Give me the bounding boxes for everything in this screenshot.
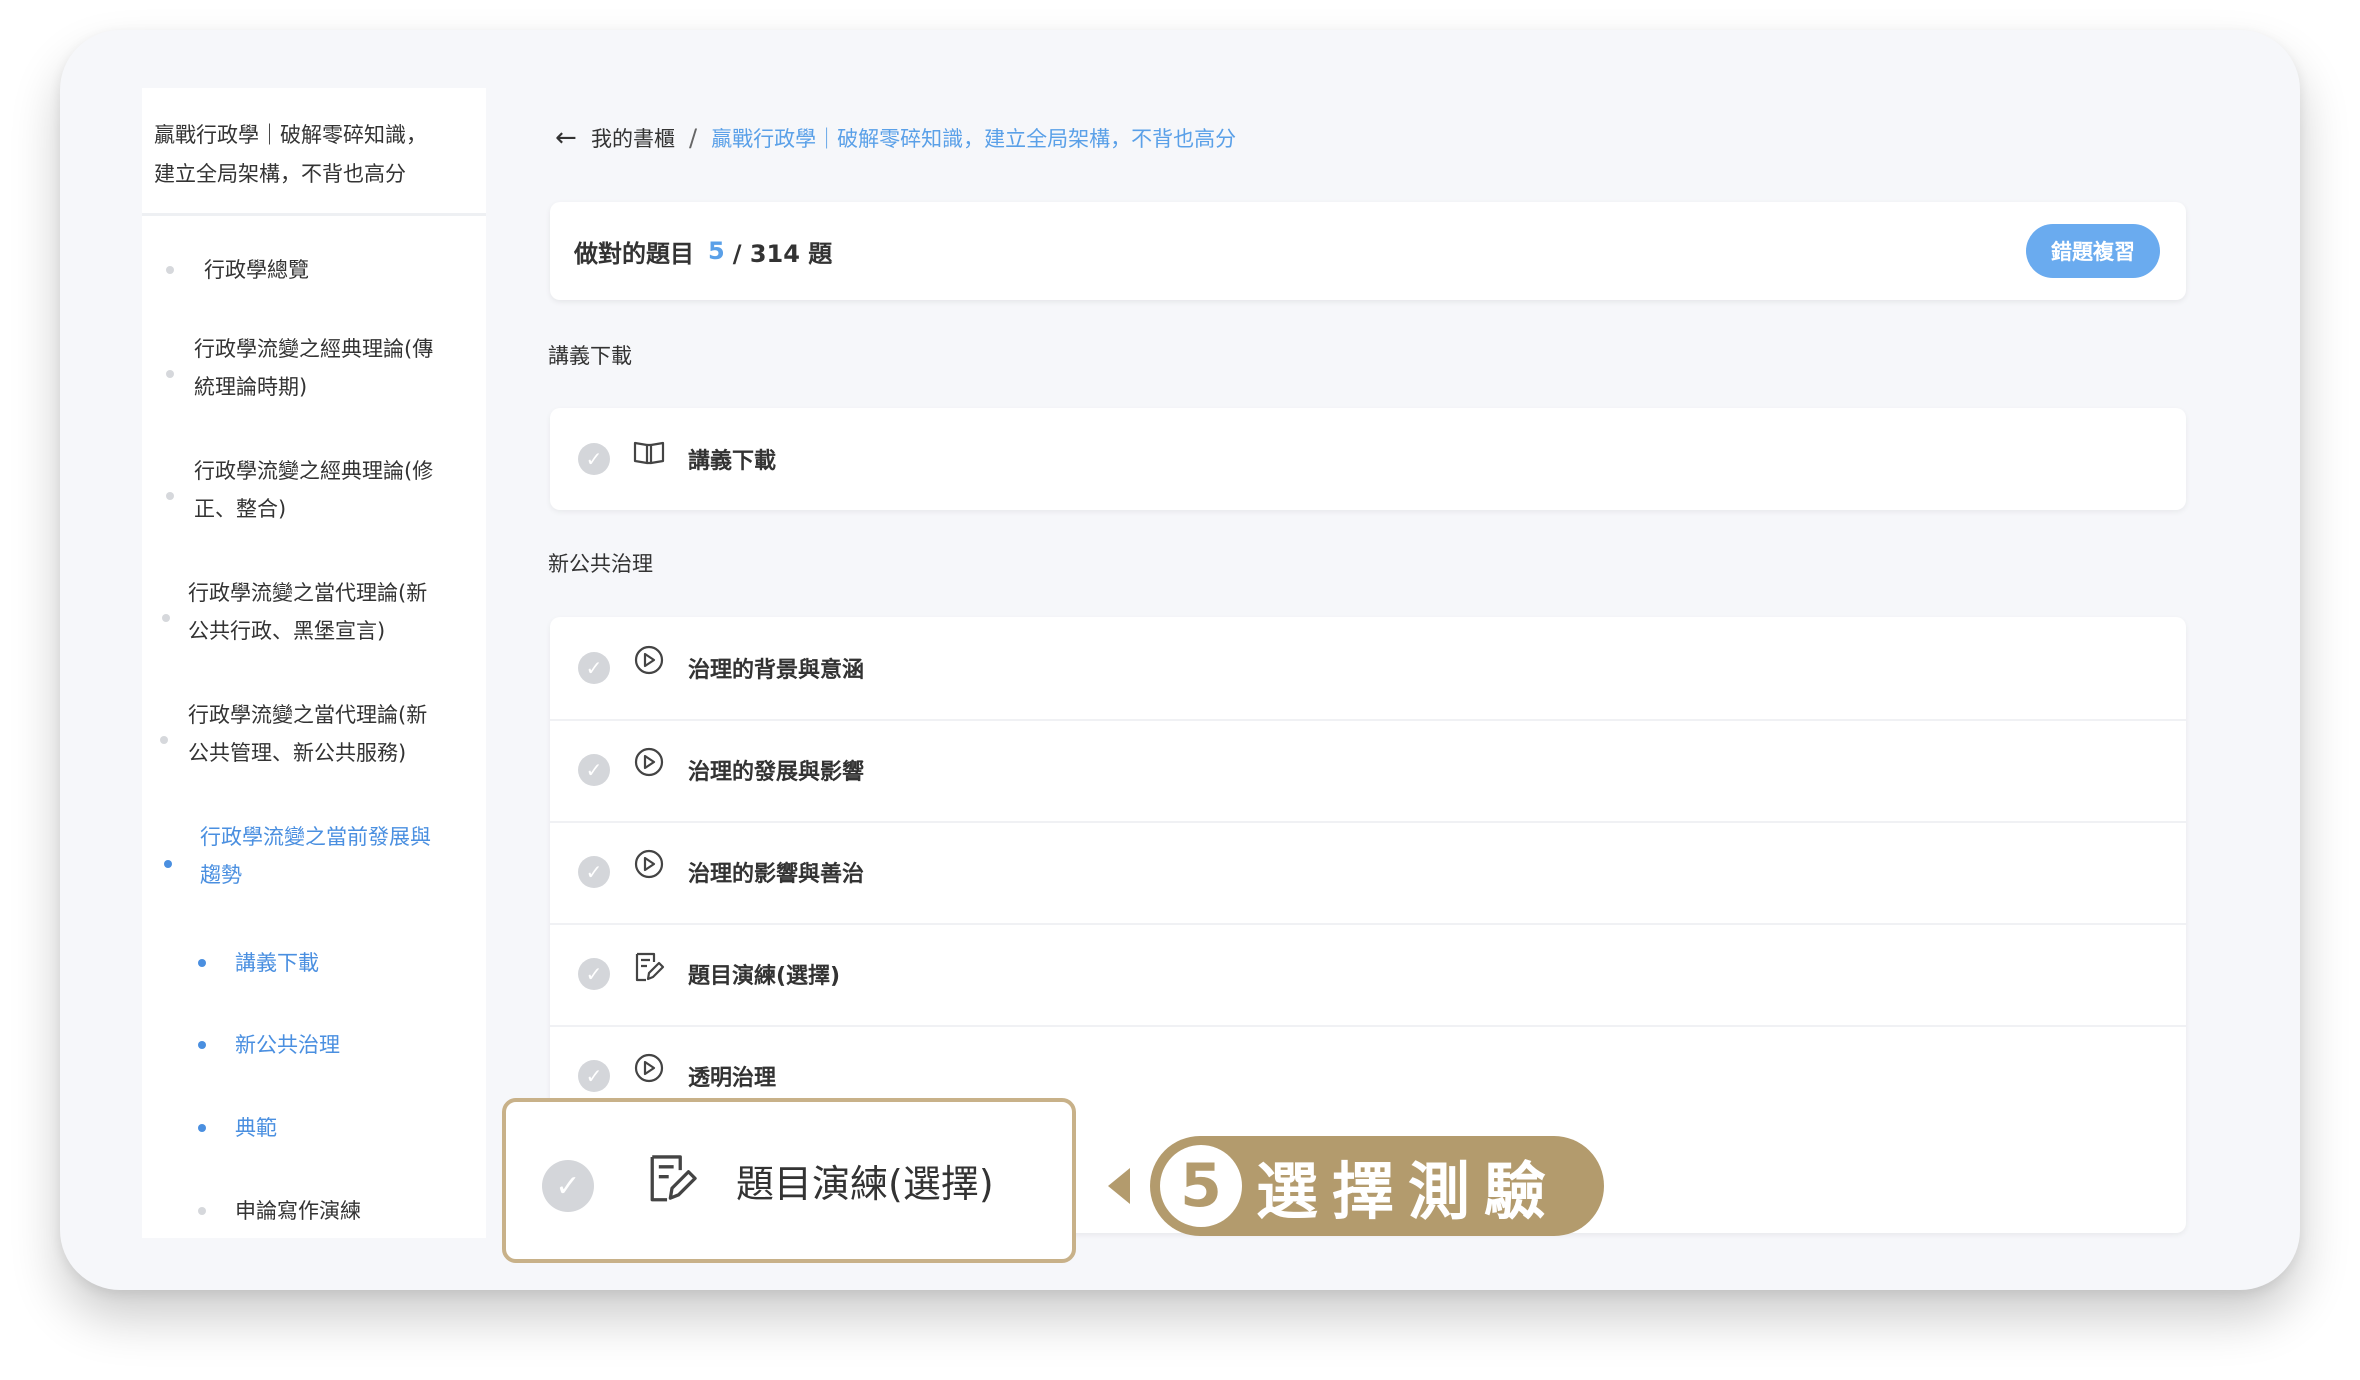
quiz-edit-icon	[650, 1155, 697, 1202]
breadcrumb-current-course[interactable]: 贏戰行政學｜破解零碎知識，建立全局架構，不背也高分	[711, 123, 1236, 153]
step-number: 5	[1160, 1145, 1242, 1227]
bullet-dot	[160, 736, 168, 744]
check-circle-icon: ✓	[578, 856, 610, 888]
highlight-callout: ✓ 題目演練(選擇)	[502, 1098, 1076, 1263]
play-circle-icon	[634, 849, 664, 879]
check-circle-icon: ✓	[578, 652, 610, 684]
sidebar-subitem-new-public-governance[interactable]: 新公共治理	[142, 1010, 486, 1080]
callout-pointer-arrow	[1108, 1168, 1130, 1204]
total-count: / 314 題	[732, 239, 833, 268]
sidebar-chapter-classic-traditional[interactable]: 行政學流變之經典理論(傳 統理論時期)	[142, 320, 486, 430]
back-arrow-icon[interactable]: ←	[555, 123, 591, 153]
sidebar-chapter-current-trends[interactable]: 行政學流變之當前發展與 趨勢	[142, 808, 486, 918]
list-item-governance-development[interactable]: ✓ 治理的發展與影響	[550, 719, 2186, 823]
item-title: 題目演練(選擇)	[688, 964, 841, 989]
correct-count: 5	[708, 237, 725, 265]
bullet-dot	[166, 370, 174, 378]
sidebar-subitem-paradigm[interactable]: 典範	[142, 1093, 486, 1163]
play-circle-icon	[634, 1053, 664, 1083]
sidebar-chapter-contemporary-npa[interactable]: 行政學流變之當代理論(新 公共行政、黑堡宣言)	[142, 564, 486, 674]
review-mistakes-button[interactable]: 錯題複習	[2026, 224, 2160, 278]
score-summary: 做對的題目 5 / 314 題	[574, 202, 832, 300]
check-circle-icon: ✓	[578, 958, 610, 990]
item-title: 治理的影響與善治	[688, 862, 865, 887]
item-title: 治理的背景與意涵	[688, 658, 865, 683]
quiz-edit-icon	[635, 952, 665, 982]
breadcrumb-separator: /	[689, 124, 698, 152]
bullet-dot	[198, 959, 206, 967]
item-title: 治理的發展與影響	[688, 760, 865, 785]
list-item-quiz-choice[interactable]: ✓ 題目演練(選擇)	[550, 923, 2186, 1027]
check-circle-icon: ✓	[578, 443, 610, 475]
breadcrumb: ← 我的書櫃 / 贏戰行政學｜破解零碎知識，建立全局架構，不背也高分	[555, 118, 1236, 158]
course-sidebar: 贏戰行政學｜破解零碎知識， 建立全局架構，不背也高分 行政學總覽 行政學流變之經…	[142, 88, 486, 1238]
sidebar-chapter-overview[interactable]: 行政學總覽	[142, 236, 486, 306]
check-circle-icon: ✓	[578, 1060, 610, 1092]
section-label-governance: 新公共治理	[548, 552, 653, 576]
sidebar-subitem-essay-practice[interactable]: 申論寫作演練	[142, 1176, 486, 1238]
play-circle-icon	[634, 645, 664, 675]
score-card: 做對的題目 5 / 314 題 錯題複習	[550, 202, 2186, 300]
sidebar-chapter-contemporary-npm[interactable]: 行政學流變之當代理論(新 公共管理、新公共服務)	[142, 686, 486, 796]
bullet-dot	[166, 492, 174, 500]
section-label-handout: 講義下載	[548, 344, 632, 368]
bullet-dot	[162, 614, 170, 622]
callout-title: 題目演練(選擇)	[736, 1162, 994, 1206]
book-open-icon	[633, 441, 665, 465]
check-circle-icon: ✓	[578, 754, 610, 786]
breadcrumb-bookshelf-link[interactable]: 我的書櫃	[591, 123, 675, 153]
bullet-dot	[198, 1041, 206, 1049]
item-title: 講義下載	[688, 449, 777, 474]
check-circle-icon: ✓	[542, 1160, 594, 1212]
handout-list: ✓ 講義下載	[550, 408, 2186, 510]
step-label: 選擇測驗	[1256, 1155, 1561, 1228]
step-badge: 5 選擇測驗	[1150, 1136, 1604, 1236]
bullet-dot	[198, 1207, 206, 1215]
bullet-dot	[164, 860, 172, 868]
play-circle-icon	[634, 747, 664, 777]
sidebar-chapter-classic-revised[interactable]: 行政學流變之經典理論(修 正、整合)	[142, 442, 486, 552]
list-item-governance-good-governance[interactable]: ✓ 治理的影響與善治	[550, 821, 2186, 925]
bullet-dot	[166, 266, 174, 274]
sidebar-subitem-handout[interactable]: 講義下載	[142, 928, 486, 998]
list-item-handout-download[interactable]: ✓ 講義下載	[550, 408, 2186, 510]
course-title: 贏戰行政學｜破解零碎知識， 建立全局架構，不背也高分	[142, 88, 486, 216]
bullet-dot	[198, 1124, 206, 1132]
list-item-governance-background[interactable]: ✓ 治理的背景與意涵	[550, 617, 2186, 721]
